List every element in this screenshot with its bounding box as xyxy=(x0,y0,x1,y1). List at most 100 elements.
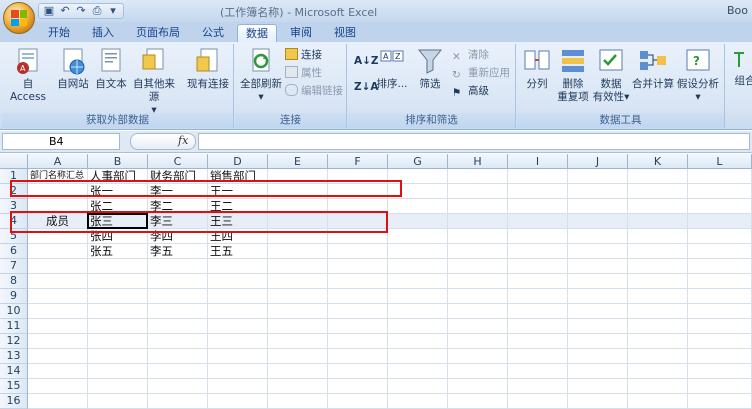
cell-F13[interactable] xyxy=(328,349,388,364)
cell-G14[interactable] xyxy=(388,364,448,379)
row-header-14[interactable]: 14 xyxy=(0,364,28,379)
cell-B16[interactable] xyxy=(88,394,148,409)
cell-B7[interactable] xyxy=(88,259,148,274)
cell-D14[interactable] xyxy=(208,364,268,379)
properties-button[interactable]: 属性 xyxy=(285,66,322,81)
tab-formulas[interactable]: 公式 xyxy=(194,24,232,42)
cell-A14[interactable] xyxy=(28,364,88,379)
row-header-9[interactable]: 9 xyxy=(0,289,28,304)
cell-D7[interactable] xyxy=(208,259,268,274)
row-header-13[interactable]: 13 xyxy=(0,349,28,364)
from-access-button[interactable]: A 自 Access xyxy=(4,47,52,104)
cell-L5[interactable] xyxy=(688,229,752,244)
undo-icon[interactable]: ↶ xyxy=(58,4,72,18)
tab-review[interactable]: 审阅 xyxy=(282,24,320,42)
cell-H2[interactable] xyxy=(448,184,508,199)
cell-I1[interactable] xyxy=(508,169,568,184)
cell-G16[interactable] xyxy=(388,394,448,409)
filter-button[interactable]: 筛选 xyxy=(414,47,446,91)
cell-I5[interactable] xyxy=(508,229,568,244)
cell-K16[interactable] xyxy=(628,394,688,409)
text-to-columns-button[interactable]: 分列 xyxy=(519,47,555,91)
tab-insert[interactable]: 插入 xyxy=(84,24,122,42)
cell-H16[interactable] xyxy=(448,394,508,409)
cell-H10[interactable] xyxy=(448,304,508,319)
cell-H9[interactable] xyxy=(448,289,508,304)
cell-J10[interactable] xyxy=(568,304,628,319)
cell-K11[interactable] xyxy=(628,319,688,334)
cell-I6[interactable] xyxy=(508,244,568,259)
column-header-K[interactable]: K xyxy=(628,154,688,169)
cell-G11[interactable] xyxy=(388,319,448,334)
cell-K10[interactable] xyxy=(628,304,688,319)
cell-C10[interactable] xyxy=(148,304,208,319)
cell-G5[interactable] xyxy=(388,229,448,244)
cell-A10[interactable] xyxy=(28,304,88,319)
cell-E6[interactable] xyxy=(268,244,328,259)
cell-A6[interactable] xyxy=(28,244,88,259)
cell-L6[interactable] xyxy=(688,244,752,259)
cell-D16[interactable] xyxy=(208,394,268,409)
cell-C9[interactable] xyxy=(148,289,208,304)
cell-L14[interactable] xyxy=(688,364,752,379)
cell-K6[interactable] xyxy=(628,244,688,259)
save-icon[interactable]: ▣ xyxy=(42,4,56,18)
tab-home[interactable]: 开始 xyxy=(40,24,78,42)
cell-K9[interactable] xyxy=(628,289,688,304)
cell-D6[interactable]: 王五 xyxy=(208,244,268,259)
cell-I3[interactable] xyxy=(508,199,568,214)
cell-L3[interactable] xyxy=(688,199,752,214)
cell-I9[interactable] xyxy=(508,289,568,304)
column-header-D[interactable]: D xyxy=(208,154,268,169)
cell-I7[interactable] xyxy=(508,259,568,274)
cell-D9[interactable] xyxy=(208,289,268,304)
office-button[interactable] xyxy=(3,2,35,34)
cell-K7[interactable] xyxy=(628,259,688,274)
from-text-button[interactable]: 自文本 xyxy=(93,47,129,91)
cell-L4[interactable] xyxy=(688,214,752,229)
remove-duplicates-button[interactable]: 删除 重复项 xyxy=(555,47,591,104)
insert-function-icon[interactable]: fx xyxy=(178,134,188,147)
cell-L1[interactable] xyxy=(688,169,752,184)
cell-H3[interactable] xyxy=(448,199,508,214)
refresh-all-button[interactable]: 全部刷新 ▾ xyxy=(237,47,285,104)
cell-C13[interactable] xyxy=(148,349,208,364)
row-header-12[interactable]: 12 xyxy=(0,334,28,349)
data-validation-button[interactable]: 数据 有效性▾ xyxy=(591,47,631,104)
cell-K12[interactable] xyxy=(628,334,688,349)
cell-E9[interactable] xyxy=(268,289,328,304)
cell-B15[interactable] xyxy=(88,379,148,394)
cell-D8[interactable] xyxy=(208,274,268,289)
cell-E16[interactable] xyxy=(268,394,328,409)
cell-K14[interactable] xyxy=(628,364,688,379)
cell-C15[interactable] xyxy=(148,379,208,394)
cell-G13[interactable] xyxy=(388,349,448,364)
cell-J13[interactable] xyxy=(568,349,628,364)
cell-K3[interactable] xyxy=(628,199,688,214)
cell-J9[interactable] xyxy=(568,289,628,304)
cell-H7[interactable] xyxy=(448,259,508,274)
column-header-L[interactable]: L xyxy=(688,154,752,169)
cell-J4[interactable] xyxy=(568,214,628,229)
column-header-A[interactable]: A xyxy=(28,154,88,169)
cell-K5[interactable] xyxy=(628,229,688,244)
cell-L13[interactable] xyxy=(688,349,752,364)
column-header-I[interactable]: I xyxy=(508,154,568,169)
cell-L16[interactable] xyxy=(688,394,752,409)
cell-G15[interactable] xyxy=(388,379,448,394)
cell-H1[interactable] xyxy=(448,169,508,184)
cell-B8[interactable] xyxy=(88,274,148,289)
cell-B10[interactable] xyxy=(88,304,148,319)
connections-button[interactable]: 连接 xyxy=(285,48,322,63)
what-if-analysis-button[interactable]: ? 假设分析▾ xyxy=(675,47,721,104)
cell-J1[interactable] xyxy=(568,169,628,184)
print-preview-icon[interactable]: ⎙ xyxy=(90,4,104,18)
cell-H4[interactable] xyxy=(448,214,508,229)
cell-E7[interactable] xyxy=(268,259,328,274)
cell-J11[interactable] xyxy=(568,319,628,334)
cell-G4[interactable] xyxy=(388,214,448,229)
cell-J15[interactable] xyxy=(568,379,628,394)
cell-J5[interactable] xyxy=(568,229,628,244)
cell-F10[interactable] xyxy=(328,304,388,319)
cell-L7[interactable] xyxy=(688,259,752,274)
